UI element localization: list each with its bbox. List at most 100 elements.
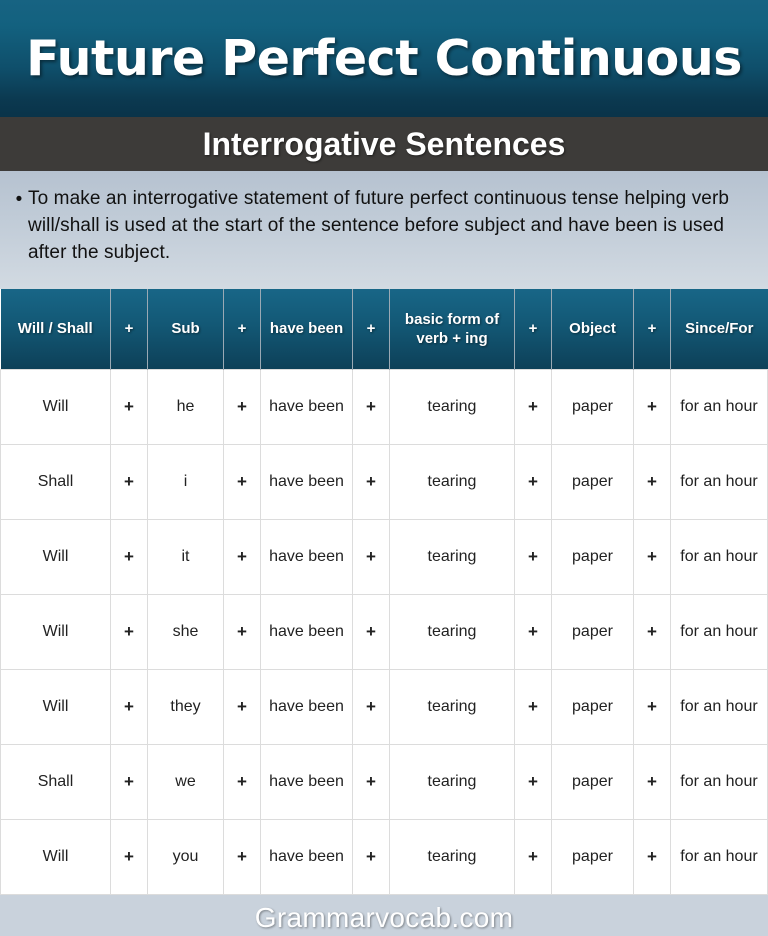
plus-cell: +	[223, 518, 261, 595]
table-row: Will + she + have been + tearing + paper + for an …	[0, 593, 768, 670]
table-cell: you	[147, 818, 224, 895]
plus-cell: +	[633, 743, 671, 820]
table-cell: for an hour	[670, 743, 768, 820]
plus-cell: +	[352, 818, 390, 895]
plus-cell: +	[514, 443, 552, 520]
column-header: +	[514, 289, 552, 369]
table-cell: have been	[260, 593, 353, 670]
table-cell: Will	[0, 818, 111, 895]
table-cell: for an hour	[670, 818, 768, 895]
plus-cell: +	[633, 593, 671, 670]
plus-cell: +	[352, 593, 390, 670]
column-header: +	[352, 289, 390, 369]
plus-cell: +	[352, 518, 390, 595]
plus-cell: +	[110, 743, 148, 820]
plus-cell: +	[352, 668, 390, 745]
description-section: • To make an interrogative statement of …	[0, 171, 768, 289]
table-cell: have been	[260, 668, 353, 745]
table-cell: tearing	[389, 743, 515, 820]
column-header: Sub	[147, 289, 224, 369]
table-cell: they	[147, 668, 224, 745]
structure-table: Will / Shall + Sub + have been + basic form of…	[0, 289, 768, 895]
plus-cell: +	[352, 368, 390, 445]
table-row: Shall + i + have been + tearing + paper + for an h…	[0, 443, 768, 520]
table-cell: he	[147, 368, 224, 445]
table-cell: tearing	[389, 518, 515, 595]
bullet-icon: •	[15, 189, 23, 210]
table-cell: paper	[551, 368, 634, 445]
table-row: Will + you + have been + tearing + paper + for an …	[0, 818, 768, 895]
table-cell: for an hour	[670, 668, 768, 745]
infographic-page: Future Perfect Continuous Interrogative …	[0, 0, 768, 936]
column-header: +	[633, 289, 671, 369]
subtitle: Interrogative Sentences	[202, 125, 566, 162]
plus-cell: +	[514, 518, 552, 595]
table-row: Will + they + have been + tearing + paper + for an…	[0, 668, 768, 745]
plus-cell: +	[110, 818, 148, 895]
plus-cell: +	[514, 368, 552, 445]
column-header: Will / Shall	[0, 289, 111, 369]
footer-bar: Grammarvocab.com	[0, 895, 768, 936]
table-cell: it	[147, 518, 224, 595]
column-header: basic form of verb + ing	[389, 289, 515, 369]
description-text: To make an interrogative statement of fu…	[28, 188, 730, 263]
column-header: +	[223, 289, 261, 369]
table-head: Will / Shall + Sub + have been + basic form of…	[0, 289, 768, 369]
table-cell: have been	[260, 518, 353, 595]
table-cell: Will	[0, 668, 111, 745]
plus-cell: +	[223, 368, 261, 445]
table-cell: Shall	[0, 743, 111, 820]
plus-cell: +	[633, 518, 671, 595]
table-cell: have been	[260, 818, 353, 895]
plus-cell: +	[223, 443, 261, 520]
site-name: Grammarvocab.com	[254, 901, 514, 933]
subtitle-bar: Interrogative Sentences	[0, 117, 768, 171]
column-header: have been	[260, 289, 353, 369]
table-cell: paper	[551, 593, 634, 670]
plus-cell: +	[633, 818, 671, 895]
table-header-row: Will / Shall + Sub + have been + basic form of…	[0, 289, 768, 369]
page-title: Future Perfect Continuous	[26, 30, 742, 87]
table-cell: Will	[0, 593, 111, 670]
table-cell: we	[147, 743, 224, 820]
plus-cell: +	[110, 668, 148, 745]
table-cell: tearing	[389, 443, 515, 520]
plus-cell: +	[633, 368, 671, 445]
table-cell: paper	[551, 743, 634, 820]
plus-cell: +	[110, 518, 148, 595]
table-cell: tearing	[389, 668, 515, 745]
table-cell: paper	[551, 668, 634, 745]
table-row: Will + he + have been + tearing + paper + for an h…	[0, 368, 768, 445]
plus-cell: +	[110, 593, 148, 670]
table-cell: for an hour	[670, 593, 768, 670]
table-cell: tearing	[389, 368, 515, 445]
table-cell: i	[147, 443, 224, 520]
plus-cell: +	[110, 443, 148, 520]
table-cell: for an hour	[670, 368, 768, 445]
plus-cell: +	[223, 743, 261, 820]
plus-cell: +	[223, 593, 261, 670]
table-body: Will + he + have been + tearing + paper + for an h…	[0, 368, 768, 895]
plus-cell: +	[514, 818, 552, 895]
table-cell: for an hour	[670, 518, 768, 595]
plus-cell: +	[223, 818, 261, 895]
table-cell: Shall	[0, 443, 111, 520]
table-row: Will + it + have been + tearing + paper + for an h…	[0, 518, 768, 595]
column-header: +	[110, 289, 148, 369]
table-cell: have been	[260, 368, 353, 445]
table-cell: have been	[260, 443, 353, 520]
plus-cell: +	[110, 368, 148, 445]
table-cell: have been	[260, 743, 353, 820]
table-cell: paper	[551, 818, 634, 895]
table-cell: tearing	[389, 593, 515, 670]
table-cell: paper	[551, 518, 634, 595]
column-header: Object	[551, 289, 634, 369]
table-cell: Will	[0, 518, 111, 595]
plus-cell: +	[223, 668, 261, 745]
description-bullet-row: • To make an interrogative statement of …	[10, 185, 754, 266]
column-header: Since/For	[670, 289, 768, 369]
plus-cell: +	[352, 443, 390, 520]
plus-cell: +	[514, 668, 552, 745]
table-cell: tearing	[389, 818, 515, 895]
table-cell: for an hour	[670, 443, 768, 520]
